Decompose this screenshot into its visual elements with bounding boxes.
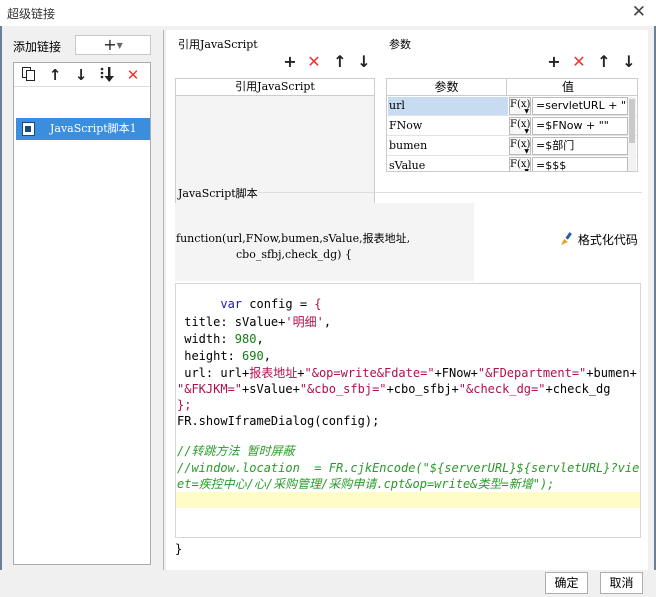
- format-code-button[interactable]: 格式化代码: [560, 231, 638, 248]
- signature-line: cbo_sfbj,check_dg) {: [236, 248, 352, 261]
- chevron-down-icon: ▼: [524, 148, 529, 155]
- code-comment: //window.location = FR.cjkEncode("${serv…: [177, 461, 641, 475]
- chevron-down-icon: ▼: [116, 41, 123, 50]
- function-signature: function(url,FNow,bumen,sValue,报表地址, cbo…: [175, 203, 474, 281]
- param-name[interactable]: url: [388, 97, 508, 115]
- code-comment: et=疾控中心/心/采购管理/采购申请.cpt&op=write&类型=新增")…: [177, 477, 555, 491]
- code-editor[interactable]: var config = { title: sValue+'明细', width…: [175, 283, 641, 538]
- add-link-label: 添加链接: [13, 40, 62, 54]
- params-scrollbar[interactable]: [628, 97, 636, 171]
- param-value[interactable]: =$部门: [532, 137, 628, 155]
- function-closing-brace: }: [175, 542, 183, 556]
- arrow-up-icon[interactable]: ↑: [46, 66, 64, 84]
- window-title: 超级链接: [7, 7, 56, 21]
- chevron-down-icon: ▼: [524, 168, 529, 172]
- chevron-down-icon: ▼: [524, 128, 529, 135]
- formula-button[interactable]: F(x) ▼: [509, 117, 531, 135]
- param-name[interactable]: sValue: [388, 157, 508, 171]
- divider: [258, 192, 642, 193]
- params-table: 参数 值 url F(x) ▼ =servletURL + "? FNow F(x…: [386, 78, 638, 172]
- formula-button[interactable]: F(x) ▼: [509, 157, 531, 172]
- arrow-up-icon[interactable]: ↑: [596, 53, 612, 71]
- link-list-panel: 添加链接 +▼ ↑ ↓ ✕ JavaScript脚本1: [9, 30, 164, 570]
- code-line: FR.showIframeDialog(config);: [177, 414, 380, 428]
- code-line: url: url+报表地址+"&op=write&Fdate="+FNow+"&…: [177, 366, 637, 380]
- code-line: };: [177, 398, 192, 412]
- params-section-label: 参数: [389, 38, 411, 51]
- param-value[interactable]: =$FNow + "": [532, 117, 628, 135]
- title-bar: 超级链接 ✕: [0, 0, 656, 26]
- arrow-down-icon[interactable]: ↓: [621, 53, 637, 71]
- params-header-row: 参数 值: [387, 79, 637, 96]
- param-name[interactable]: FNow: [388, 117, 508, 135]
- code-line: height: 690,: [177, 349, 271, 363]
- code-line: "&FKJKM="+sValue+"&cbo_sfbj="+cbo_sfbj+"…: [177, 382, 611, 396]
- code-comment: //转跳方法 暂时屏蔽: [177, 444, 295, 458]
- scrollbar-thumb[interactable]: [629, 99, 635, 143]
- code-line: var config = {: [220, 297, 322, 311]
- arrow-down-icon[interactable]: ↓: [72, 66, 90, 84]
- list-item[interactable]: JavaScript脚本1: [16, 118, 150, 140]
- signature-line: function(url,FNow,bumen,sValue,报表地址,: [176, 232, 411, 245]
- formula-button[interactable]: F(x) ▼: [509, 137, 531, 155]
- code-line: title: sValue+'明细',: [177, 315, 332, 329]
- ref-js-section-label: 引用JavaScript: [178, 38, 258, 51]
- cancel-button[interactable]: 取消: [600, 572, 643, 594]
- copy-icon[interactable]: [20, 66, 38, 84]
- delete-icon[interactable]: ✕: [124, 66, 142, 84]
- table-row[interactable]: sValue F(x) ▼ =$$$: [387, 156, 637, 172]
- brush-icon: [560, 232, 574, 246]
- arrow-down-icon[interactable]: ↓: [356, 53, 372, 71]
- format-code-label: 格式化代码: [577, 233, 638, 247]
- sort-down-icon[interactable]: [98, 66, 116, 84]
- ok-button[interactable]: 确定: [545, 572, 588, 594]
- delete-icon[interactable]: ✕: [571, 53, 587, 71]
- table-row[interactable]: FNow F(x) ▼ =$FNow + "": [387, 116, 637, 136]
- code-line: width: 980,: [177, 332, 264, 346]
- window-border-left: [0, 26, 2, 597]
- plus-icon: +: [103, 35, 117, 54]
- add-icon[interactable]: +: [282, 53, 298, 71]
- param-value[interactable]: =$$$: [532, 157, 628, 171]
- formula-button[interactable]: F(x) ▼: [509, 97, 531, 115]
- params-column-name: 参数: [387, 79, 507, 96]
- close-icon[interactable]: ✕: [632, 3, 646, 21]
- script-icon: [22, 122, 35, 136]
- param-value[interactable]: =servletURL + "?: [532, 97, 628, 115]
- add-link-dropdown[interactable]: +▼: [75, 35, 151, 55]
- list-item-label: JavaScript脚本1: [50, 122, 137, 135]
- link-list: ↑ ↓ ✕ JavaScript脚本1: [13, 62, 151, 565]
- script-section-label: JavaScript脚本: [178, 187, 258, 200]
- current-line-highlight: [176, 492, 640, 508]
- params-column-value: 值: [561, 80, 574, 94]
- ref-js-column-header: 引用JavaScript: [176, 79, 374, 96]
- add-icon[interactable]: +: [546, 53, 562, 71]
- arrow-up-icon[interactable]: ↑: [332, 53, 348, 71]
- param-name[interactable]: bumen: [388, 137, 508, 155]
- table-row[interactable]: bumen F(x) ▼ =$部门: [387, 136, 637, 156]
- script-editor-panel: 引用JavaScript 参数 + ✕ ↑ ↓ + ✕ ↑ ↓ 引用JavaSc…: [166, 30, 648, 570]
- delete-icon[interactable]: ✕: [306, 53, 322, 71]
- link-toolbar: ↑ ↓ ✕: [14, 63, 150, 87]
- chevron-down-icon: ▼: [524, 108, 529, 115]
- table-row[interactable]: url F(x) ▼ =servletURL + "?: [387, 96, 637, 116]
